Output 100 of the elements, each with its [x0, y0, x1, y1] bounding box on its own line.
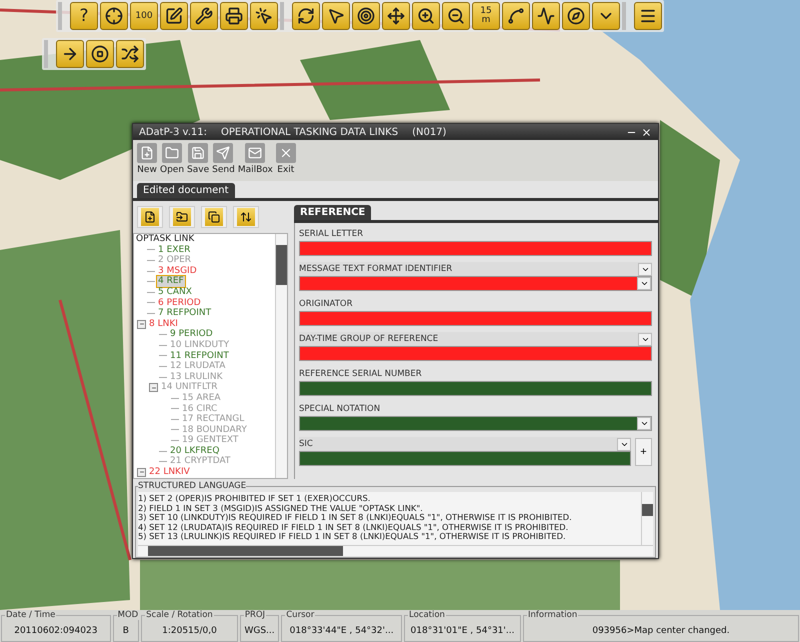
- input-field[interactable]: [299, 311, 652, 326]
- tree-tool-button[interactable]: [233, 206, 259, 228]
- rule-text: 2) FIELD 1 IN SET 3 (MSGID)IS ASSIGNED THE VALUE "OPTASK LINK".: [138, 504, 424, 514]
- add-button[interactable]: +: [635, 438, 652, 466]
- tree-item[interactable]: 3 MSGID: [157, 266, 198, 276]
- status-value: 093956>Map center changed.: [592, 626, 730, 636]
- close-icon[interactable]: [641, 126, 652, 138]
- up-down-arrow-icon: [240, 211, 252, 223]
- tool-button[interactable]: [352, 2, 380, 30]
- field-label: MESSAGE TEXT FORMAT IDENTIFIER: [299, 264, 452, 274]
- tool-button[interactable]: [442, 2, 470, 30]
- tool-button[interactable]: [86, 40, 114, 68]
- dropdown-button[interactable]: [637, 277, 651, 290]
- collapse-toggle[interactable]: [137, 320, 146, 329]
- field-label: SIC: [299, 439, 313, 449]
- document-code: (N017): [412, 126, 446, 138]
- tree-item[interactable]: 2 OPER: [157, 255, 192, 266]
- tree-tool-button[interactable]: [169, 206, 195, 228]
- folder-icon: [165, 146, 180, 160]
- tree-root[interactable]: OPTASK LINK: [135, 234, 196, 244]
- tree-item[interactable]: 12 LRUDATA: [169, 361, 226, 372]
- arrow-right-icon: [61, 45, 79, 63]
- tree-item[interactable]: 7 REFPOINT: [157, 308, 212, 319]
- status-label: Cursor: [285, 610, 316, 620]
- tool-button[interactable]: [412, 2, 440, 30]
- tree-item[interactable]: 20 LKFREQ: [169, 446, 220, 456]
- rule-text: 3) SET 10 (LINKDUTY)IS REQUIRED IF FIELD 1 IN SET 8 (LNKI)EQUALS "1", OTHERWISE IT IS PROHIBITED.: [138, 513, 573, 523]
- tool-button[interactable]: [220, 2, 248, 30]
- scale-button[interactable]: 100: [130, 2, 158, 30]
- tool-button[interactable]: [190, 2, 218, 30]
- zoom-out-icon: [447, 7, 465, 25]
- tool-button[interactable]: [250, 2, 278, 30]
- tree-item[interactable]: 1 EXER: [157, 244, 192, 256]
- dropdown-button[interactable]: [617, 438, 631, 450]
- tool-button[interactable]: [592, 2, 620, 30]
- tool-button[interactable]: [292, 2, 320, 30]
- status-label: Location: [408, 610, 446, 620]
- tree-item[interactable]: 8 LNKI: [148, 318, 179, 330]
- input-field[interactable]: [299, 241, 652, 256]
- tree-item[interactable]: 10 LINKDUTY: [169, 340, 230, 351]
- tool-button[interactable]: [562, 2, 590, 30]
- input-field[interactable]: [299, 416, 652, 431]
- line-graph-icon: [537, 7, 555, 25]
- tree-item[interactable]: 11 REFPOINT: [169, 350, 230, 362]
- tool-button[interactable]: [56, 40, 84, 68]
- field-label: SERIAL LETTER: [299, 229, 364, 239]
- tree-tool-button[interactable]: [201, 206, 227, 228]
- tree-item[interactable]: 22 LNKIV: [148, 467, 191, 478]
- dropdown-button[interactable]: [638, 332, 652, 346]
- tree-item[interactable]: 9 PERIOD: [169, 329, 214, 340]
- scrollbar[interactable]: [275, 234, 287, 478]
- status-label: MOD: [116, 610, 140, 620]
- tool-button[interactable]: [532, 2, 560, 30]
- tool-button[interactable]: [116, 40, 144, 68]
- tree-item[interactable]: 17 RECTANGL: [181, 414, 246, 425]
- tree-item[interactable]: 16 CIRC: [181, 404, 218, 414]
- collapse-toggle[interactable]: [137, 468, 146, 477]
- toolbar-button[interactable]: MailBox: [238, 143, 273, 175]
- refresh-icon: [297, 7, 315, 25]
- form-tab[interactable]: REFERENCE: [294, 205, 372, 220]
- status-label: Information: [527, 610, 578, 620]
- status-value: B: [122, 626, 129, 636]
- tool-button[interactable]: [322, 2, 350, 30]
- field-label: SPECIAL NOTATION: [299, 404, 380, 414]
- compass-icon: [567, 7, 585, 25]
- tool-button[interactable]: [160, 2, 188, 30]
- tree-item[interactable]: 6 PERIOD: [157, 298, 202, 308]
- tool-button[interactable]: [100, 2, 128, 30]
- tree-item[interactable]: 4 REF: [157, 276, 185, 287]
- stop-icon: [91, 45, 109, 63]
- status-value: 1:20515/0,0: [162, 626, 217, 636]
- scale-button[interactable]: 15 m: [472, 2, 500, 30]
- tree-item[interactable]: 18 BOUNDARY: [181, 424, 248, 436]
- tree-tool-button[interactable]: [137, 206, 163, 228]
- tool-button[interactable]: [382, 2, 410, 30]
- tool-button[interactable]: [634, 2, 662, 30]
- minus-icon: [138, 321, 144, 328]
- collapse-toggle[interactable]: [149, 383, 158, 392]
- scrollbar[interactable]: [138, 545, 653, 556]
- dropdown-button[interactable]: [637, 417, 651, 430]
- dropdown-button[interactable]: [638, 262, 652, 276]
- status-label: PROJ: [244, 610, 266, 620]
- tree-item[interactable]: 21 CRYPTDAT: [169, 456, 232, 468]
- scrollbar[interactable]: [641, 492, 653, 545]
- input-field[interactable]: [299, 276, 652, 291]
- curve-icon: [507, 7, 525, 25]
- document-tab[interactable]: Edited document: [137, 183, 234, 198]
- tool-button[interactable]: [502, 2, 530, 30]
- tree-item[interactable]: 14 UNITFLTR: [160, 382, 218, 393]
- input-field[interactable]: [299, 381, 652, 396]
- tree-item[interactable]: 15 AREA: [181, 392, 222, 404]
- tree-item[interactable]: 13 LRULINK: [169, 372, 224, 382]
- rule-text: 5) SET 13 (LRULINK)IS REQUIRED IF FIELD 1 IN SET 8 (LNKI)EQUALS "1", OTHERWISE IT IS PROHIBITED.: [138, 532, 567, 542]
- tree-item[interactable]: 5 CANX: [157, 286, 193, 298]
- help-button[interactable]: ?: [70, 2, 98, 30]
- tree-item[interactable]: 19 GENTEXT: [181, 435, 240, 446]
- input-field[interactable]: [299, 451, 631, 466]
- pointer-icon: [327, 7, 345, 25]
- input-field[interactable]: [299, 346, 652, 361]
- status-value: 20110602:094023: [14, 626, 98, 636]
